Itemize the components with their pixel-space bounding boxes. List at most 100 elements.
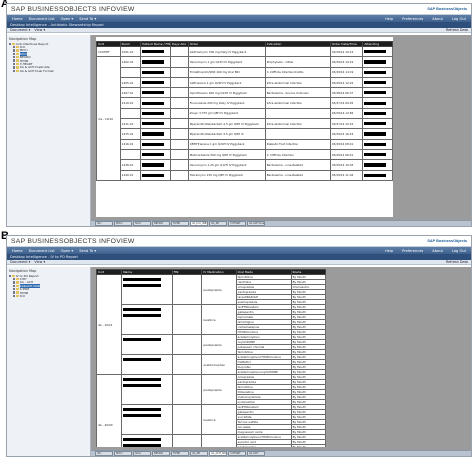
redaction-bar: [142, 91, 164, 95]
preferences-link[interactable]: Preferences: [400, 17, 425, 21]
indication-cell: Intra-abdominal infection: [264, 118, 331, 130]
attending-cell: [362, 66, 393, 78]
report-tab[interactable]: 4A ACH Dual Format: [247, 221, 265, 226]
view-menu[interactable]: View ▾: [34, 260, 45, 264]
workspace: Navigation Map Anti-Infectives Report ICU…: [7, 35, 471, 226]
report-tab[interactable]: HVSB: [171, 221, 189, 226]
preferences-link[interactable]: Preferences: [400, 249, 425, 253]
datetime-cell: 03/28/14 06:37: [329, 87, 364, 99]
home-button[interactable]: Home: [10, 249, 25, 253]
report-tab[interactable]: 4A ACH: [247, 451, 265, 456]
redaction-bar: [142, 70, 164, 74]
report-tab[interactable]: MICU: [114, 221, 132, 226]
redaction-bar: [364, 132, 386, 136]
attending-cell: [362, 107, 393, 120]
datetime-cell: 03/29/14 11:04: [329, 169, 364, 181]
redaction-bar: [123, 384, 162, 388]
room-cell: 1405-01: [119, 76, 142, 89]
checkbox-icon[interactable]: [13, 62, 16, 66]
checkbox-icon[interactable]: [13, 277, 16, 281]
nav-item[interactable]: ICU: [9, 294, 88, 299]
table-row: ms - 10/10 1402-01 Vancomycin 1 gm Q12H IV…: [96, 56, 393, 181]
checkbox-icon[interactable]: [13, 281, 16, 284]
checkbox-icon[interactable]: [13, 284, 16, 288]
report-tab[interactable]: SICU: [133, 221, 151, 226]
indication-cell: [264, 107, 331, 120]
room-cell: [119, 148, 142, 161]
room-cell: 1411-01: [119, 118, 142, 130]
folder-icon: [16, 69, 19, 73]
checkbox-icon[interactable]: [13, 56, 16, 59]
document-menu[interactable]: Document ▾: [10, 28, 30, 32]
days-cell: [169, 87, 189, 99]
redaction-bar: [364, 122, 386, 126]
home-button[interactable]: Home: [10, 17, 25, 21]
iv-medication-cell: pantoprazole: [201, 434, 237, 447]
document-tab[interactable]: Desktop Intelligence - Antibiotic Stewar…: [10, 23, 104, 27]
about-link[interactable]: About: [430, 249, 445, 253]
open-menu[interactable]: Open ▾: [59, 249, 76, 253]
checkbox-icon[interactable]: [13, 49, 16, 52]
help-link[interactable]: Help: [383, 17, 395, 21]
unit-cell: ms - 10/10: [96, 56, 121, 181]
attending-cell: [362, 148, 393, 161]
report-tab[interactable]: ICU: [95, 221, 113, 226]
open-menu[interactable]: Open ▾: [59, 17, 76, 21]
document-list-button[interactable]: Document List: [27, 17, 57, 21]
folder-icon: [16, 288, 19, 291]
document-toolbar: Document ▾ View ▾ Refresh Data: [7, 260, 471, 265]
about-link[interactable]: About: [430, 17, 445, 21]
checkbox-icon[interactable]: [13, 294, 16, 298]
report-tab[interactable]: 4A_ICU_INB: [190, 221, 208, 226]
main-toolbar: Home Document List Open ▾ Send To ▾ Help…: [7, 15, 471, 22]
redaction-bar: [123, 308, 162, 312]
send-to-menu[interactable]: Send To ▾: [77, 17, 98, 21]
nav-item-label: ICU: [19, 294, 25, 299]
report-tab[interactable]: NEURO: [152, 451, 170, 456]
checkbox-icon[interactable]: [13, 45, 16, 49]
patient-name-cell: [140, 138, 171, 150]
fin-cell: [171, 374, 203, 405]
view-menu[interactable]: View ▾: [34, 28, 45, 32]
checkbox-icon[interactable]: [13, 52, 16, 56]
datetime-cell: 03/29/14 08:41: [329, 138, 364, 150]
report-tab[interactable]: SICU: [133, 451, 151, 456]
report-tab[interactable]: 4A_4B: [190, 451, 208, 456]
nav-item[interactable]: 4A & ACH Dual Format: [9, 68, 88, 73]
document-tab[interactable]: Desktop Intelligence - IV to PO Report: [10, 255, 78, 259]
document-menu[interactable]: Document ▾: [10, 260, 30, 264]
nav-item-label: 4A & ACH Dual Format: [19, 68, 54, 73]
send-to-menu[interactable]: Send To ▾: [77, 249, 98, 253]
refresh-data-button[interactable]: Refresh Data: [446, 260, 468, 264]
logout-link[interactable]: Log Out: [450, 17, 468, 21]
folder-icon: [16, 62, 19, 66]
checkbox-icon[interactable]: [13, 291, 16, 294]
report-tab[interactable]: 4A_4B: [209, 221, 227, 226]
redaction-bar: [364, 101, 386, 105]
report-tab[interactable]: 3 HEART: [228, 451, 246, 456]
redaction-bar: [142, 111, 164, 116]
indication-cell: C. Difficile Infection: [264, 148, 331, 161]
report-tab[interactable]: MICU: [114, 451, 132, 456]
report-tab[interactable]: HVSB: [171, 451, 189, 456]
refresh-data-button[interactable]: Refresh Data: [446, 28, 468, 32]
checkbox-icon[interactable]: [13, 59, 16, 62]
table-row: 1411-01 Piperacillin/tazobactam 4.5 gm Q8…: [97, 118, 393, 130]
document-list-button[interactable]: Document List: [27, 249, 57, 253]
checkbox-icon[interactable]: [9, 42, 12, 45]
patient-name-cell: [140, 128, 171, 140]
checkbox-icon[interactable]: [9, 274, 12, 277]
redaction-bar: [364, 91, 386, 95]
folder-icon: [16, 45, 19, 49]
checkbox-icon[interactable]: [13, 66, 16, 69]
patient-name-cell: [140, 148, 171, 161]
report-tab[interactable]: 4A_ACH_NOR: [209, 451, 227, 456]
help-link[interactable]: Help: [383, 249, 395, 253]
report-tab[interactable]: NEURO: [152, 221, 170, 226]
report-tab[interactable]: 3 HEART: [228, 221, 246, 226]
datetime-cell: 03/29/14 08:41: [329, 148, 364, 161]
report-tab[interactable]: ICU: [95, 451, 113, 456]
checkbox-icon[interactable]: [13, 69, 16, 73]
checkbox-icon[interactable]: [13, 288, 16, 291]
logout-link[interactable]: Log Out: [450, 249, 468, 253]
